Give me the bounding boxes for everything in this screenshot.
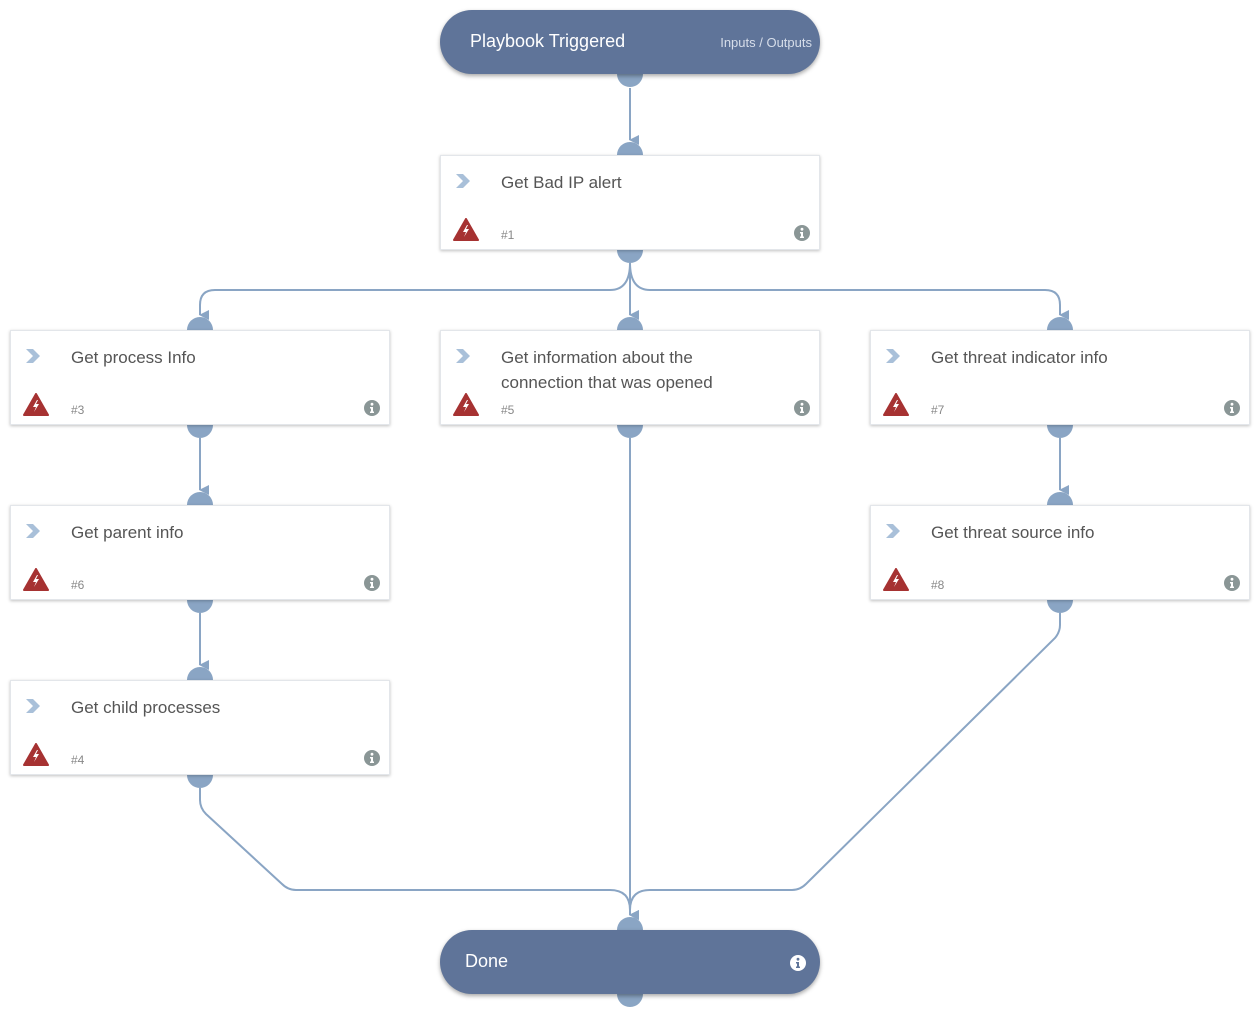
task-node[interactable]: Get information about the connection tha… (440, 330, 820, 425)
task-node[interactable]: Get process Info #3 (10, 330, 390, 425)
info-icon[interactable] (364, 575, 380, 596)
chevron-right-icon (455, 173, 471, 194)
chevron-right-icon (455, 348, 471, 369)
task-name: Get threat indicator info (931, 348, 1108, 367)
warning-bolt-icon (453, 393, 479, 421)
edge-8-to-done (629, 613, 1061, 920)
warning-bolt-icon (883, 568, 909, 596)
info-icon[interactable] (364, 750, 380, 771)
task-name: Get threat source info (931, 523, 1095, 542)
task-node[interactable]: Get threat source info #8 (870, 505, 1250, 600)
edge-1-to-7 (629, 262, 1069, 320)
task-name: Get process Info (71, 348, 196, 367)
task-node[interactable]: Get Bad IP alert #1 (440, 155, 820, 250)
task-number: #4 (71, 753, 85, 767)
info-icon[interactable] (364, 400, 380, 421)
warning-bolt-icon (883, 393, 909, 421)
task-number: #5 (501, 403, 515, 417)
info-icon[interactable] (794, 225, 810, 246)
warning-bolt-icon (23, 568, 49, 596)
chevron-right-icon (25, 523, 41, 544)
inputs-outputs-link[interactable]: Inputs / Outputs (720, 35, 812, 50)
chevron-right-icon (25, 698, 41, 719)
task-node[interactable]: Get child processes #4 (10, 680, 390, 775)
task-name: Get Bad IP alert (501, 173, 622, 192)
info-icon[interactable] (1224, 575, 1240, 596)
chevron-right-icon (885, 348, 901, 369)
task-number: #3 (71, 403, 85, 417)
info-icon[interactable] (794, 400, 810, 421)
info-icon[interactable] (1224, 400, 1240, 421)
edge-4-to-done (199, 788, 639, 920)
info-icon[interactable] (790, 955, 806, 976)
done-title: Done (465, 951, 509, 971)
task-name: Get information about the connection tha… (501, 348, 713, 392)
warning-bolt-icon (453, 218, 479, 246)
task-node[interactable]: Get threat indicator info #7 (870, 330, 1250, 425)
task-number: #1 (501, 228, 515, 242)
start-title: Playbook Triggered (470, 31, 626, 51)
task-number: #6 (71, 578, 85, 592)
warning-bolt-icon (23, 743, 49, 771)
chevron-right-icon (885, 523, 901, 544)
warning-bolt-icon (23, 393, 49, 421)
edge-1-to-3 (199, 262, 631, 320)
playbook-triggered-node[interactable]: Playbook Triggered Inputs / Outputs (440, 10, 820, 74)
task-name: Get parent info (71, 523, 184, 542)
task-name: Get child processes (71, 698, 221, 717)
done-node[interactable]: Done (440, 930, 820, 994)
task-node[interactable]: Get parent info #6 (10, 505, 390, 600)
task-number: #7 (931, 403, 945, 417)
chevron-right-icon (25, 348, 41, 369)
task-number: #8 (931, 578, 945, 592)
